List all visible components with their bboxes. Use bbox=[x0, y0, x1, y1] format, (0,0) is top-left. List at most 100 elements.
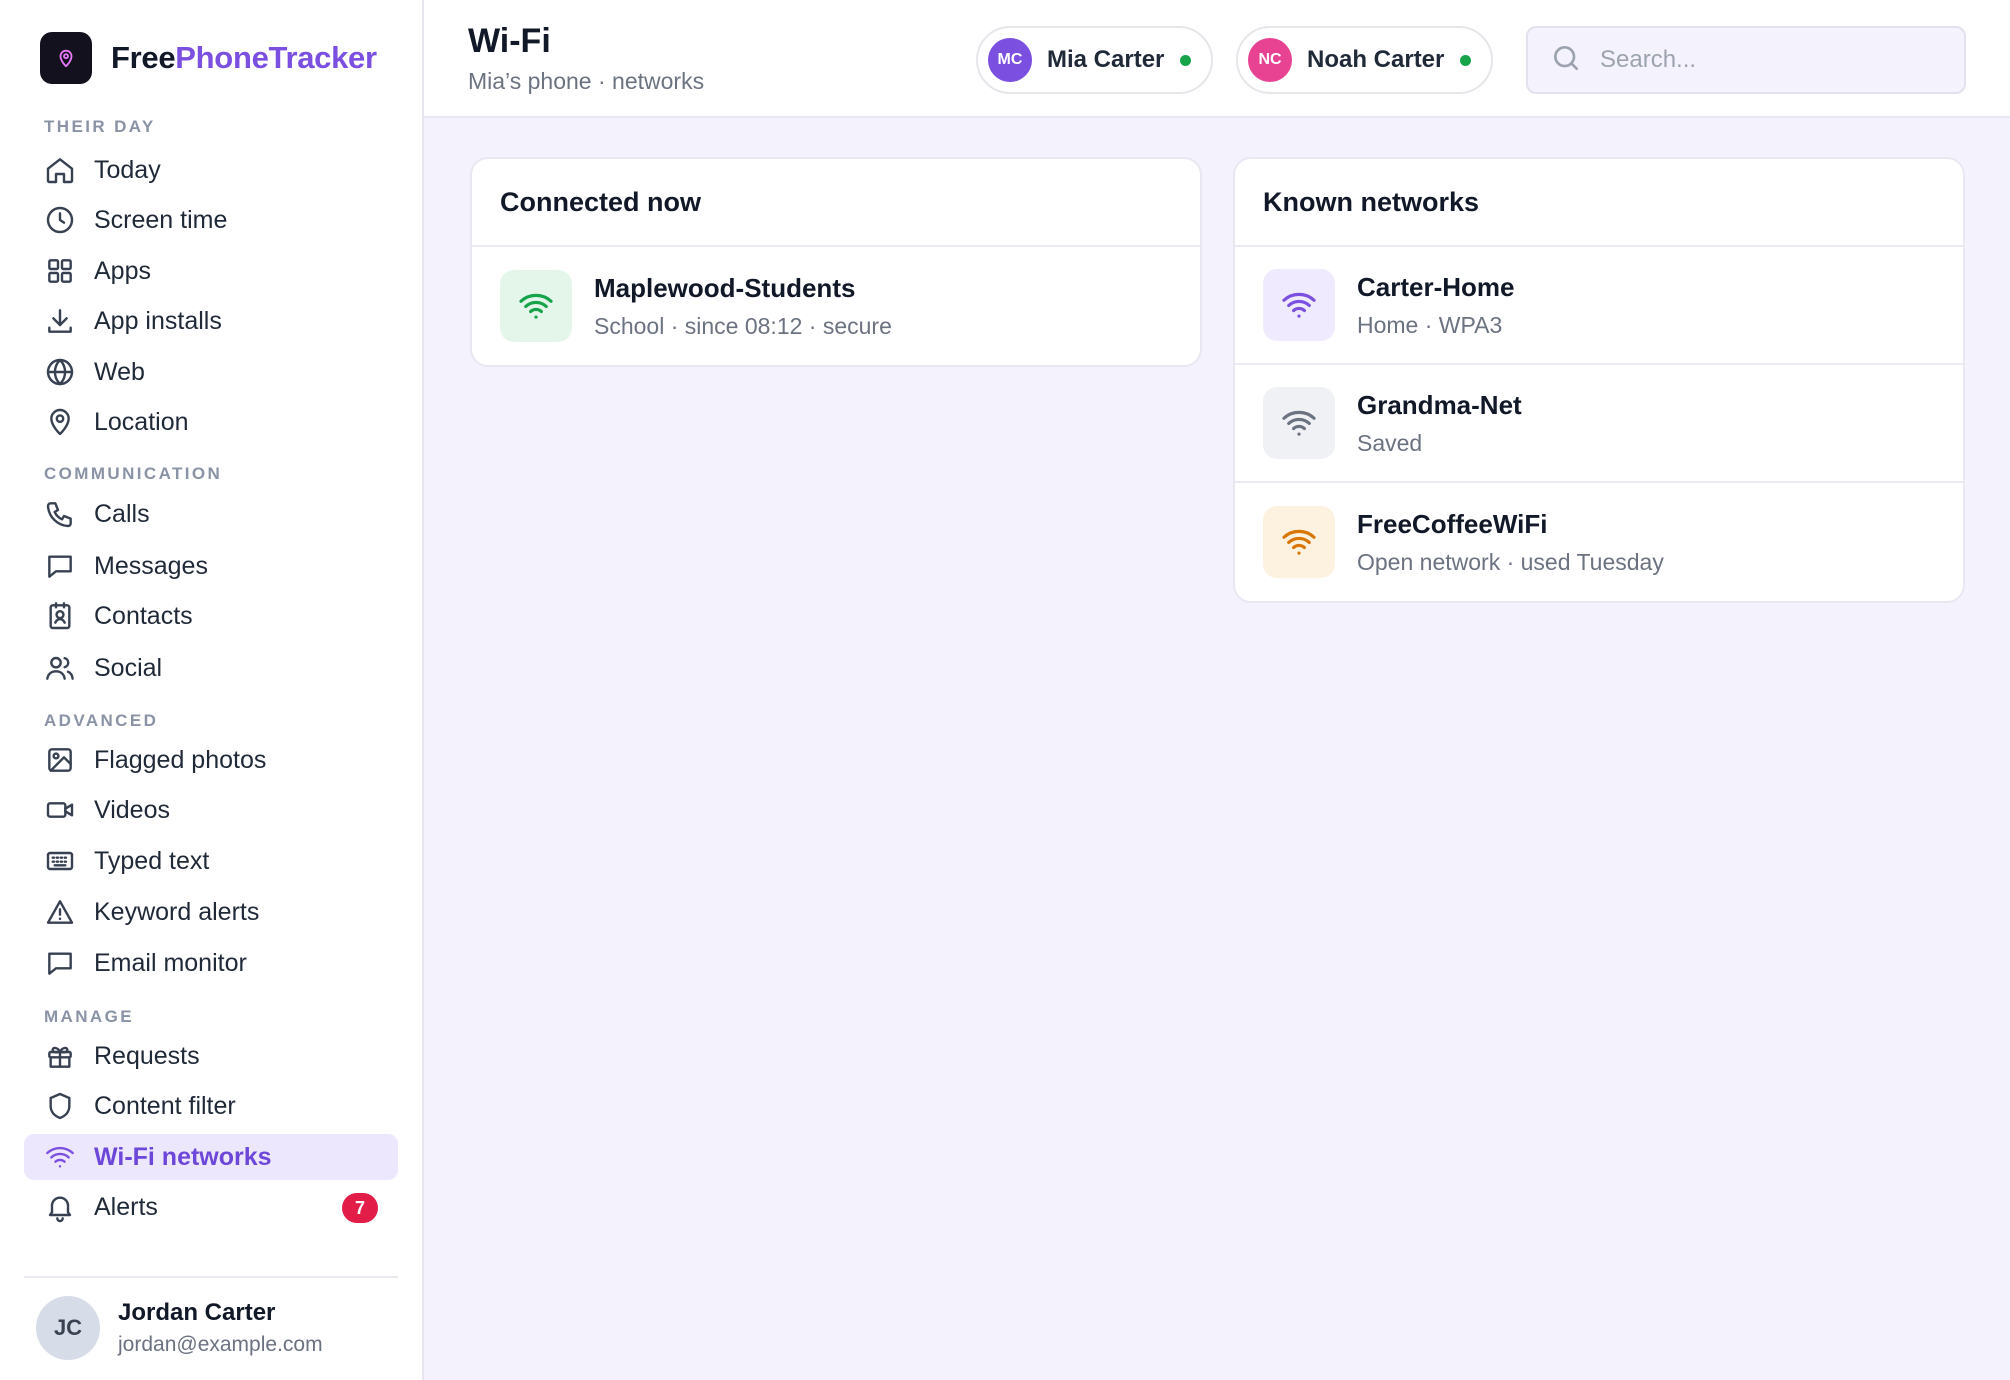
network-meta: School · since 08:12 · secure bbox=[594, 312, 892, 339]
sidebar-item-alerts[interactable]: Alerts 7 bbox=[24, 1184, 398, 1230]
sidebar-divider bbox=[24, 1276, 398, 1278]
sidebar-item-label: Location bbox=[94, 407, 189, 436]
network-row[interactable]: Maplewood-Students School · since 08:12 ·… bbox=[472, 247, 1200, 365]
sidebar-item-keyword-alerts[interactable]: Keyword alerts bbox=[24, 889, 398, 935]
image-icon bbox=[44, 744, 76, 776]
sidebar-item-contacts[interactable]: Contacts bbox=[24, 593, 398, 639]
child-switch-noah[interactable]: NC Noah Carter bbox=[1236, 26, 1494, 94]
bell-icon bbox=[44, 1191, 76, 1223]
header: Wi-Fi Mia’s phone · networks MC Mia Cart… bbox=[424, 0, 2010, 118]
sidebar-item-label: Email monitor bbox=[94, 948, 247, 977]
child-name: Mia Carter bbox=[1047, 46, 1165, 73]
globe-icon bbox=[44, 356, 76, 388]
brand-name: FreePhoneTracker bbox=[111, 40, 377, 76]
network-name: Carter-Home bbox=[1357, 271, 1515, 302]
clock-icon bbox=[44, 204, 76, 236]
brand-logo-icon bbox=[40, 32, 92, 84]
search-box[interactable] bbox=[1526, 26, 1966, 94]
connected-now-card: Connected now Maplewood-Students School ·… bbox=[470, 157, 1202, 367]
sidebar-item-label: Requests bbox=[94, 1041, 200, 1070]
sidebar-item-label: Flagged photos bbox=[94, 745, 267, 774]
user-text: Jordan Carter jordan@example.com bbox=[118, 1299, 323, 1357]
sidebar-item-web[interactable]: Web bbox=[24, 349, 398, 395]
brand[interactable]: FreePhoneTracker bbox=[40, 32, 377, 84]
app-root: FreePhoneTracker THEIR DAY Today Screen ti… bbox=[0, 0, 2010, 1380]
sidebar-item-videos[interactable]: Videos bbox=[24, 787, 398, 833]
online-status-dot bbox=[1180, 54, 1192, 66]
user-profile[interactable]: JC Jordan Carter jordan@example.com bbox=[36, 1296, 323, 1360]
sidebar-item-label: Alerts bbox=[94, 1192, 158, 1221]
contact-card-icon bbox=[44, 600, 76, 632]
sidebar-item-label: Calls bbox=[94, 499, 150, 528]
sidebar-item-flagged-photos[interactable]: Flagged photos bbox=[24, 737, 398, 783]
sidebar-item-app-installs[interactable]: App installs bbox=[24, 298, 398, 344]
apps-grid-icon bbox=[44, 255, 76, 287]
wifi-icon bbox=[44, 1141, 76, 1173]
sidebar-item-today[interactable]: Today bbox=[24, 147, 398, 193]
warning-icon bbox=[44, 896, 76, 928]
alerts-count-badge: 7 bbox=[342, 1193, 378, 1223]
child-avatar: NC bbox=[1248, 38, 1292, 82]
sidebar-item-label: Screen time bbox=[94, 205, 228, 234]
brand-name-part2: PhoneTracker bbox=[175, 40, 377, 75]
home-icon bbox=[44, 154, 76, 186]
sidebar-item-email-monitor[interactable]: Email monitor bbox=[24, 940, 398, 986]
network-row[interactable]: FreeCoffeeWiFi Open network · used Tuesda… bbox=[1235, 483, 1963, 601]
sidebar-item-requests[interactable]: Requests bbox=[24, 1033, 398, 1079]
sidebar-item-typed-text[interactable]: Typed text bbox=[24, 838, 398, 884]
sidebar-item-label: Typed text bbox=[94, 846, 210, 875]
sidebar-item-label: Content filter bbox=[94, 1091, 236, 1120]
online-status-dot bbox=[1460, 54, 1472, 66]
network-name: FreeCoffeeWiFi bbox=[1357, 508, 1548, 539]
user-name: Jordan Carter bbox=[118, 1299, 276, 1326]
sidebar-item-label: Today bbox=[94, 155, 161, 184]
sidebar-item-calls[interactable]: Calls bbox=[24, 491, 398, 537]
sidebar-item-apps[interactable]: Apps bbox=[24, 248, 398, 294]
page-title: Wi-Fi bbox=[468, 22, 551, 60]
sidebar-item-content-filter[interactable]: Content filter bbox=[24, 1083, 398, 1129]
network-row[interactable]: Grandma-Net Saved bbox=[1235, 365, 1963, 483]
sidebar-item-label: Messages bbox=[94, 551, 208, 580]
network-text: Carter-Home Home · WPA3 bbox=[1357, 272, 1515, 339]
message-icon bbox=[44, 550, 76, 582]
network-name: Grandma-Net bbox=[1357, 389, 1522, 420]
sidebar-section-label: COMMUNICATION bbox=[44, 464, 223, 483]
keyboard-icon bbox=[44, 845, 76, 877]
sidebar-item-social[interactable]: Social bbox=[24, 645, 398, 691]
known-network-list: Carter-Home Home · WPA3 Grandma-Net Saved Fr… bbox=[1235, 247, 1963, 601]
sidebar-item-label: Wi-Fi networks bbox=[94, 1142, 272, 1171]
known-networks-card: Known networks Carter-Home Home · WPA3 Gra… bbox=[1233, 157, 1965, 603]
brand-name-part1: Free bbox=[111, 40, 176, 75]
shield-icon bbox=[44, 1090, 76, 1122]
search-input[interactable] bbox=[1600, 46, 1960, 74]
network-meta: Open network · used Tuesday bbox=[1357, 548, 1664, 575]
wifi-icon bbox=[500, 270, 572, 342]
network-text: Maplewood-Students School · since 08:12 ·… bbox=[594, 273, 892, 340]
sidebar-item-label: Contacts bbox=[94, 601, 193, 630]
sidebar-item-label: Apps bbox=[94, 256, 151, 285]
network-row[interactable]: Carter-Home Home · WPA3 bbox=[1235, 247, 1963, 365]
sidebar-item-label: Web bbox=[94, 357, 145, 386]
network-text: Grandma-Net Saved bbox=[1357, 390, 1522, 457]
network-name: Maplewood-Students bbox=[594, 272, 856, 303]
sidebar-item-messages[interactable]: Messages bbox=[24, 543, 398, 589]
sidebar-item-label: Social bbox=[94, 653, 163, 682]
phone-icon bbox=[44, 498, 76, 530]
avatar: JC bbox=[36, 1296, 100, 1360]
sidebar-item-label: Videos bbox=[94, 795, 170, 824]
search-icon bbox=[1550, 42, 1582, 79]
network-meta: Home · WPA3 bbox=[1357, 311, 1503, 338]
map-pin-icon bbox=[44, 406, 76, 438]
sidebar-item-screen-time[interactable]: Screen time bbox=[24, 197, 398, 243]
child-name: Noah Carter bbox=[1307, 46, 1445, 73]
sidebar-section-label: THEIR DAY bbox=[44, 117, 156, 136]
sidebar-section-label: MANAGE bbox=[44, 1007, 134, 1026]
sidebar-item-location[interactable]: Location bbox=[24, 399, 398, 445]
download-icon bbox=[44, 305, 76, 337]
sidebar-section-label: ADVANCED bbox=[44, 711, 159, 730]
wifi-icon bbox=[1263, 506, 1335, 578]
sidebar-item-wi-fi-networks[interactable]: Wi-Fi networks bbox=[24, 1134, 398, 1180]
connected-network-list: Maplewood-Students School · since 08:12 ·… bbox=[472, 247, 1200, 365]
child-switch-mia[interactable]: MC Mia Carter bbox=[976, 26, 1214, 94]
card-title: Known networks bbox=[1235, 159, 1963, 247]
